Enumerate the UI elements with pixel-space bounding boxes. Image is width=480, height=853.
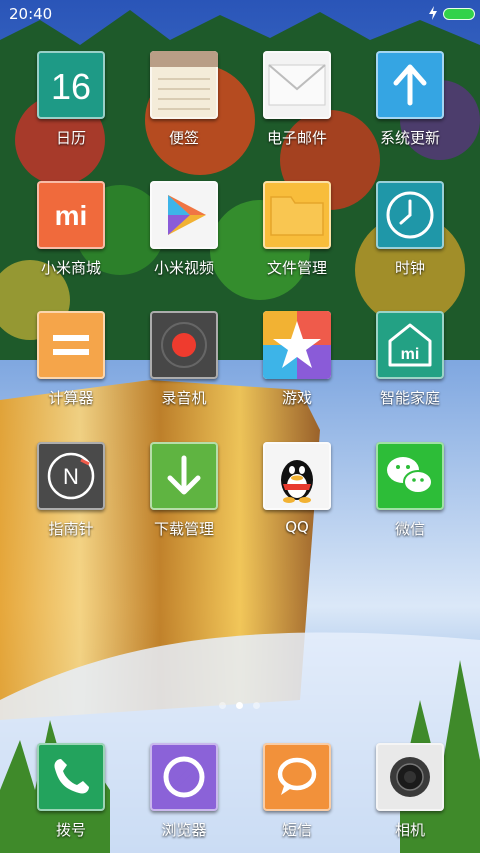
- video-play-icon: [150, 181, 218, 249]
- app-calendar[interactable]: 16 日历: [21, 51, 121, 148]
- app-label: 文件管理: [266, 259, 327, 277]
- svg-text:mi: mi: [401, 346, 420, 363]
- app-game[interactable]: 游戏: [247, 311, 347, 408]
- game-star-icon: [263, 311, 331, 379]
- dock-camera[interactable]: 相机: [360, 743, 460, 840]
- app-label: 便签: [168, 129, 199, 147]
- dock-phone[interactable]: 拨号: [21, 743, 121, 840]
- app-label: 日历: [55, 129, 86, 147]
- app-label: 拨号: [55, 821, 86, 839]
- calculator-icon: [37, 311, 105, 379]
- svg-text:N: N: [63, 464, 79, 489]
- app-wechat[interactable]: 微信: [360, 442, 460, 539]
- battery-indicator: [443, 8, 475, 20]
- app-smart-home[interactable]: mi 智能家庭: [360, 311, 460, 408]
- app-notes[interactable]: 便签: [134, 51, 234, 148]
- wechat-icon: [376, 442, 444, 510]
- camera-icon: [376, 743, 444, 811]
- app-label: 智能家庭: [379, 389, 440, 407]
- dock-messages[interactable]: 短信: [247, 743, 347, 840]
- app-label: 录音机: [161, 389, 207, 407]
- app-label: QQ: [285, 518, 309, 536]
- smart-home-icon: mi: [376, 311, 444, 379]
- app-label: 微信: [394, 520, 425, 538]
- page-dot[interactable]: [253, 702, 260, 709]
- app-calculator[interactable]: 计算器: [21, 311, 121, 408]
- mi-store-icon: mi: [37, 181, 105, 249]
- app-recorder[interactable]: 录音机: [134, 311, 234, 408]
- app-label: 计算器: [48, 389, 94, 407]
- phone-icon: [37, 743, 105, 811]
- download-icon: [150, 442, 218, 510]
- dock-browser[interactable]: 浏览器: [134, 743, 234, 840]
- app-label: 下载管理: [153, 520, 214, 538]
- app-system-update[interactable]: 系统更新: [360, 51, 460, 148]
- svg-text:16: 16: [51, 66, 91, 107]
- clock-icon: [376, 181, 444, 249]
- status-time: 20:40: [9, 5, 53, 23]
- app-label: 短信: [281, 821, 312, 839]
- app-label: 小米视频: [153, 259, 214, 277]
- app-file-manager[interactable]: 文件管理: [247, 181, 347, 278]
- app-qq[interactable]: QQ: [247, 442, 347, 536]
- app-label: 浏览器: [161, 821, 207, 839]
- page-dot[interactable]: [219, 702, 226, 709]
- browser-icon: [150, 743, 218, 811]
- app-clock[interactable]: 时钟: [360, 181, 460, 278]
- qq-penguin-icon: [263, 442, 331, 510]
- page-dot-active[interactable]: [236, 702, 243, 709]
- update-arrow-icon: [376, 51, 444, 119]
- compass-icon: N: [37, 442, 105, 510]
- charging-bolt-icon: [429, 6, 437, 20]
- svg-text:mi: mi: [55, 200, 88, 231]
- app-label: 相机: [394, 821, 425, 839]
- notes-icon: [150, 51, 218, 119]
- app-label: 游戏: [281, 389, 312, 407]
- app-mi-video[interactable]: 小米视频: [134, 181, 234, 278]
- message-icon: [263, 743, 331, 811]
- app-compass[interactable]: N 指南针: [21, 442, 121, 539]
- folder-icon: [263, 181, 331, 249]
- app-label: 系统更新: [379, 129, 440, 147]
- page-indicator: [0, 700, 480, 712]
- app-download-manager[interactable]: 下载管理: [134, 442, 234, 539]
- recorder-icon: [150, 311, 218, 379]
- calendar-icon: 16: [37, 51, 105, 119]
- app-label: 指南针: [48, 520, 94, 538]
- status-bar: 20:40: [0, 0, 480, 28]
- email-icon: [263, 51, 331, 119]
- app-label: 时钟: [394, 259, 425, 277]
- app-mi-store[interactable]: mi 小米商城: [21, 181, 121, 278]
- app-label: 小米商城: [40, 259, 101, 277]
- app-email[interactable]: 电子邮件: [247, 51, 347, 148]
- app-label: 电子邮件: [266, 129, 327, 147]
